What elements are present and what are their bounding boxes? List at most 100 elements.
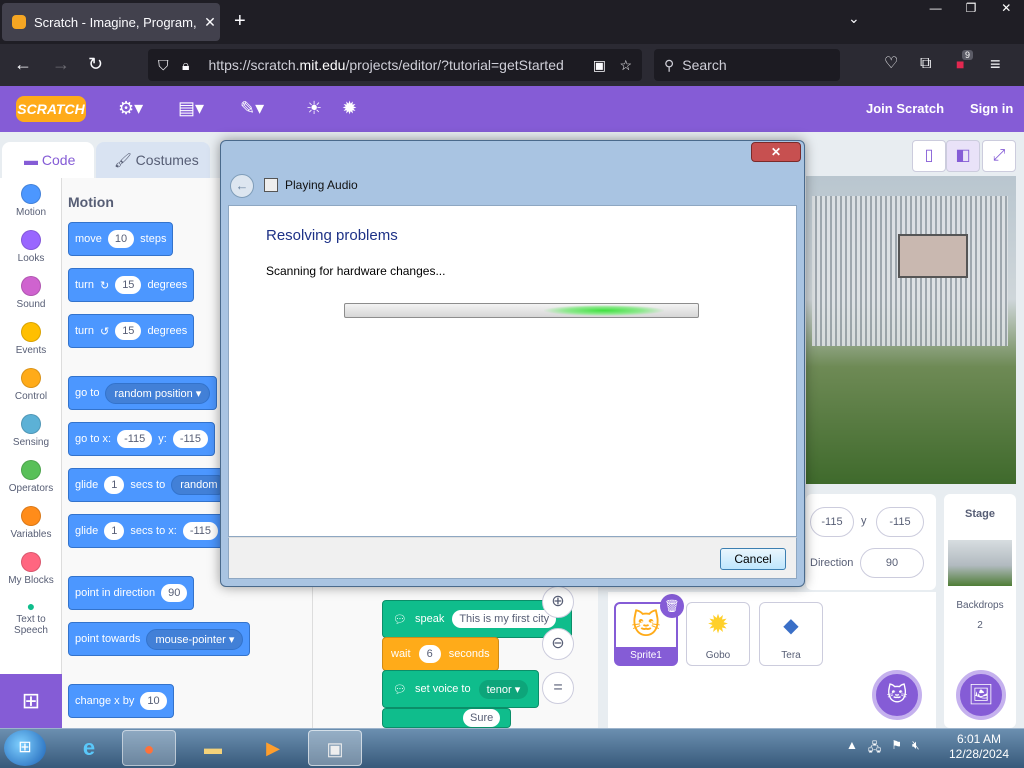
taskbar-explorer-icon[interactable]: ▬ bbox=[186, 730, 240, 766]
script-wait-block[interactable]: wait 6 seconds bbox=[382, 637, 499, 671]
glide-xy-secs-input[interactable]: 1 bbox=[104, 522, 125, 540]
category-control[interactable]: Control bbox=[0, 368, 62, 402]
taskbar-troubleshooter-icon[interactable]: ▣ bbox=[308, 730, 362, 766]
go-to-dropdown[interactable]: random position ▾ bbox=[105, 382, 211, 404]
category-sound[interactable]: Sound bbox=[0, 276, 62, 310]
dialog-close-button[interactable]: ✕ bbox=[751, 142, 801, 162]
block-glide-to[interactable]: glide 1 secs to random bbox=[68, 468, 234, 502]
sprite-tile-tera[interactable]: ◆ Tera bbox=[759, 602, 823, 666]
close-window-icon[interactable]: ✕ bbox=[989, 0, 1024, 18]
voice-dropdown[interactable]: tenor ▾ bbox=[478, 679, 529, 699]
action-center-flag-icon[interactable]: ⚑ bbox=[891, 738, 902, 759]
zoom-out-icon[interactable]: ⊖ bbox=[542, 628, 574, 660]
volume-muted-icon[interactable]: 🔇︎ bbox=[912, 738, 920, 759]
search-bar[interactable]: ⚲ Search bbox=[654, 49, 840, 81]
turn-left-input[interactable]: 15 bbox=[115, 322, 142, 340]
sprite-x-input[interactable]: -115 bbox=[810, 507, 854, 537]
go-to-y-input[interactable]: -115 bbox=[172, 430, 209, 448]
join-scratch-link[interactable]: Join Scratch bbox=[866, 101, 944, 116]
block-go-to-xy[interactable]: go to x: -115 y: -115 bbox=[68, 422, 216, 456]
minimize-icon[interactable]: — bbox=[918, 0, 953, 18]
block-change-x[interactable]: change x by 10 bbox=[68, 684, 174, 718]
sprite-y-input[interactable]: -115 bbox=[876, 507, 924, 537]
forward-arrow-icon[interactable]: → bbox=[52, 54, 70, 74]
start-button[interactable]: ⊞ bbox=[4, 730, 46, 766]
lock-icon[interactable]: 🔒︎ bbox=[182, 57, 189, 74]
category-text-to-speech[interactable]: ● Text to Speech bbox=[0, 598, 62, 636]
show-hidden-icons-icon[interactable]: ▲ bbox=[846, 738, 858, 759]
category-motion[interactable]: Motion bbox=[0, 184, 62, 218]
pocket-icon[interactable]: ♡ bbox=[884, 54, 898, 74]
reload-icon[interactable]: ↻ bbox=[88, 54, 103, 74]
zoom-reset-icon[interactable]: = bbox=[542, 672, 574, 704]
list-all-tabs-chevron-icon[interactable]: ⌄ bbox=[848, 10, 860, 27]
search-icon: ⚲ bbox=[664, 56, 675, 73]
tab-costumes[interactable]: 🖌︎ Costumes bbox=[96, 142, 210, 178]
block-turn-right[interactable]: turn ↻ 15 degrees bbox=[68, 268, 195, 302]
direction-input[interactable]: 90 bbox=[161, 584, 188, 602]
glide-target-dropdown[interactable]: random bbox=[171, 475, 227, 495]
tab-close-icon[interactable]: ✕ bbox=[200, 14, 220, 31]
sprite-tile-gobo[interactable]: ✹ Gobo bbox=[686, 602, 750, 666]
turn-right-input[interactable]: 15 bbox=[115, 276, 142, 294]
choose-backdrop-icon[interactable]: 🖼︎ bbox=[956, 670, 1006, 720]
taskbar-clock[interactable]: 6:01 AM 12/28/2024 bbox=[942, 732, 1016, 762]
reader-view-icon[interactable]: ▣ bbox=[593, 57, 606, 74]
change-x-input[interactable]: 10 bbox=[140, 692, 167, 710]
glide-secs-input[interactable]: 1 bbox=[104, 476, 125, 494]
category-variables[interactable]: Variables bbox=[0, 506, 62, 540]
category-operators[interactable]: Operators bbox=[0, 460, 62, 494]
dialog-back-arrow-icon[interactable]: ← bbox=[230, 174, 254, 198]
browser-tab[interactable]: Scratch - Imagine, Program, Sh ✕ bbox=[2, 3, 220, 41]
sign-in-link[interactable]: Sign in bbox=[970, 101, 1013, 116]
back-arrow-icon[interactable]: ← bbox=[14, 54, 32, 74]
taskbar-firefox-icon[interactable]: ● bbox=[122, 730, 176, 766]
move-steps-input[interactable]: 10 bbox=[107, 230, 135, 248]
category-sensing[interactable]: Sensing bbox=[0, 414, 62, 448]
script-set-voice-block[interactable]: 💬︎ set voice to tenor ▾ bbox=[382, 670, 540, 708]
choose-sprite-icon[interactable]: 🐱︎ bbox=[872, 670, 922, 720]
extensions-icon[interactable]: ⧉ bbox=[920, 54, 931, 74]
cancel-button[interactable]: Cancel bbox=[720, 548, 786, 570]
category-looks[interactable]: Looks bbox=[0, 230, 62, 264]
block-go-to[interactable]: go to random position ▾ bbox=[68, 376, 218, 410]
category-my-blocks[interactable]: My Blocks bbox=[0, 552, 62, 586]
block-glide-to-xy[interactable]: glide 1 secs to x: -115 bbox=[68, 514, 226, 548]
large-stage-icon[interactable]: ◧ bbox=[946, 140, 980, 172]
debug-bug-icon[interactable]: ✹ bbox=[342, 98, 357, 119]
script-partial-block[interactable]: Sure bbox=[382, 708, 512, 728]
category-events[interactable]: Events bbox=[0, 322, 62, 356]
url-bar[interactable]: ⛉ 🔒︎ https://scratch.mit.edu/projects/ed… bbox=[148, 49, 642, 81]
scratch-logo[interactable]: SCRATCH bbox=[16, 96, 86, 122]
tab-code[interactable]: ▬ Code bbox=[2, 142, 94, 178]
settings-gear-icon[interactable]: ⚙▾ bbox=[118, 98, 143, 119]
tutorials-lightbulb-icon[interactable]: ☀ bbox=[306, 98, 322, 119]
block-point-in-direction[interactable]: point in direction 90 bbox=[68, 576, 195, 610]
dialog-status-text: Scanning for hardware changes... bbox=[266, 264, 446, 278]
small-stage-icon[interactable]: ▯ bbox=[912, 140, 946, 172]
taskbar-ie-icon[interactable]: e bbox=[62, 730, 116, 766]
sprite-direction-input[interactable]: 90 bbox=[860, 548, 924, 578]
file-menu-icon[interactable]: ▤▾ bbox=[178, 98, 204, 119]
restore-icon[interactable]: ❐ bbox=[953, 0, 988, 18]
new-tab-button[interactable]: + bbox=[234, 10, 246, 33]
add-extension-button[interactable]: ⊞ bbox=[0, 674, 62, 728]
fullscreen-icon[interactable]: ⤢ bbox=[982, 140, 1016, 172]
block-turn-left[interactable]: turn ↺ 15 degrees bbox=[68, 314, 195, 348]
taskbar-media-player-icon[interactable]: ▶ bbox=[246, 730, 300, 766]
hamburger-menu-icon[interactable]: ≡ bbox=[990, 54, 1001, 74]
block-move-steps[interactable]: move 10 steps bbox=[68, 222, 174, 256]
point-towards-dropdown[interactable]: mouse-pointer ▾ bbox=[146, 628, 244, 650]
wait-seconds-input[interactable]: 6 bbox=[418, 645, 441, 663]
zoom-in-icon[interactable]: ⊕ bbox=[542, 586, 574, 618]
speak-text-input[interactable]: This is my first city bbox=[452, 610, 557, 628]
delete-sprite-icon[interactable]: 🗑︎ bbox=[660, 594, 684, 618]
glide-x-input[interactable]: -115 bbox=[182, 522, 219, 540]
block-point-towards[interactable]: point towards mouse-pointer ▾ bbox=[68, 622, 251, 656]
shield-icon[interactable]: ⛉ bbox=[158, 57, 169, 74]
go-to-x-input[interactable]: -115 bbox=[117, 430, 153, 448]
bookmark-star-icon[interactable]: ☆ bbox=[619, 57, 632, 74]
dialog-body bbox=[228, 205, 797, 537]
network-icon[interactable]: 🖧︎ bbox=[868, 738, 881, 759]
edit-pencil-icon[interactable]: ✎▾ bbox=[240, 98, 264, 119]
